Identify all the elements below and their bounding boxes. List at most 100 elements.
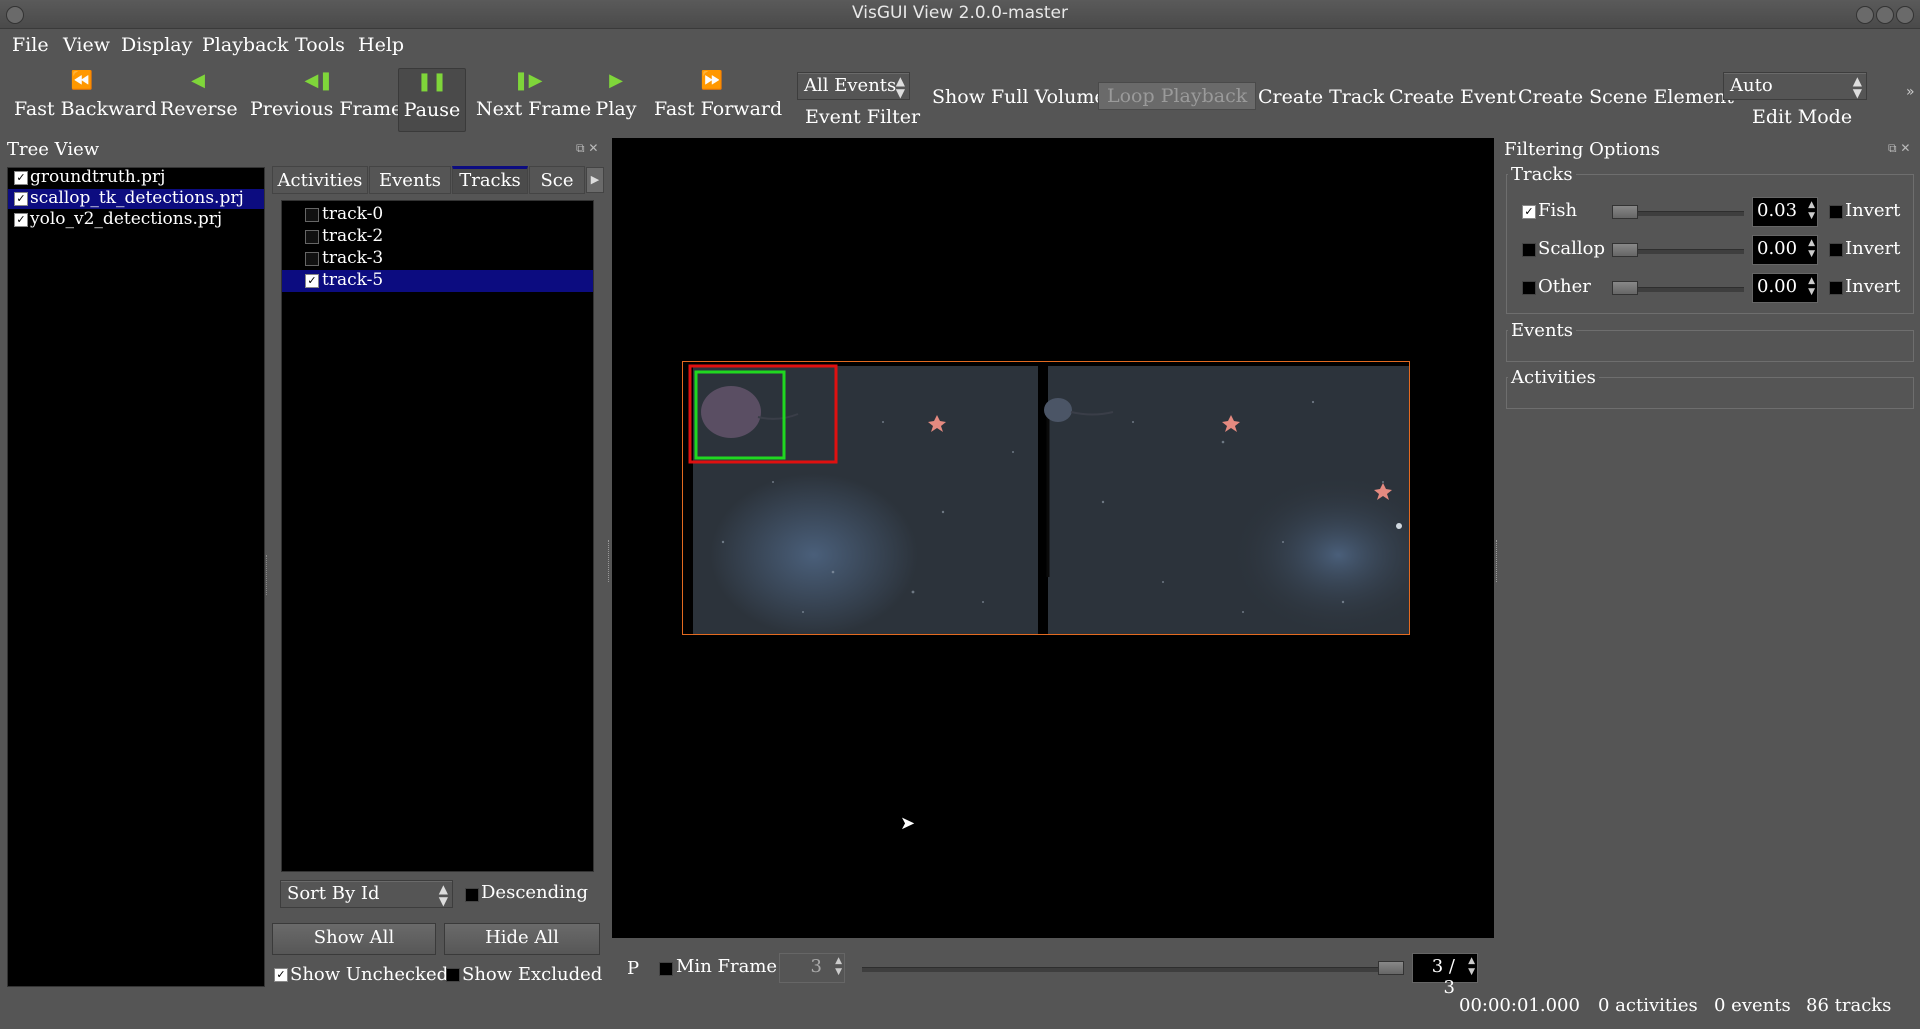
tab-activities[interactable]: Activities xyxy=(272,166,368,194)
play-button[interactable]: ▶ Play xyxy=(592,68,640,130)
spinner-arrows-icon[interactable]: ▲ ▼ xyxy=(1808,200,1815,222)
tab-scroll-right-icon[interactable]: ▶ xyxy=(586,167,604,193)
splitter-handle[interactable] xyxy=(1496,540,1501,582)
checkbox-icon[interactable]: ✓ xyxy=(14,192,28,206)
tree-item[interactable]: ✓ groundtruth.prj xyxy=(8,167,264,188)
list-item[interactable]: track-0 xyxy=(282,204,593,226)
other-invert-label: Invert xyxy=(1845,276,1901,297)
tab-events[interactable]: Events xyxy=(369,166,451,194)
other-checkbox[interactable] xyxy=(1522,281,1536,295)
fish-invert-label: Invert xyxy=(1845,200,1901,221)
status-events: 0 events xyxy=(1714,995,1791,1016)
dock-float-close-icon[interactable]: ⧉ ✕ xyxy=(576,141,598,156)
other-label: Other xyxy=(1538,276,1591,297)
min-frame-spinbox[interactable]: 3 ▲ ▼ xyxy=(779,953,845,983)
tab-tracks[interactable]: Tracks xyxy=(452,166,528,194)
menu-help[interactable]: Help xyxy=(358,34,404,56)
spinner-arrows-icon: ▲ ▼ xyxy=(438,882,448,908)
tracks-list[interactable]: track-0 track-2 track-3 ✓ track-5 xyxy=(281,200,594,872)
show-unchecked-label: Show Unchecked xyxy=(290,964,449,985)
splitter-handle[interactable] xyxy=(266,555,271,595)
menu-file[interactable]: File xyxy=(12,34,49,56)
previous-frame-button[interactable]: ◀❚ Previous Frame xyxy=(250,68,402,130)
show-excluded-checkbox[interactable] xyxy=(446,968,460,982)
mouse-cursor-icon: ➤ xyxy=(900,813,916,834)
spinner-arrows-icon[interactable]: ▲ ▼ xyxy=(1808,238,1815,260)
menu-playback[interactable]: Playback xyxy=(202,34,289,56)
minimize-icon[interactable] xyxy=(1856,6,1874,24)
show-all-button[interactable]: Show All xyxy=(272,923,436,955)
sort-by-select[interactable]: Sort By Id ▲ ▼ xyxy=(280,880,453,908)
create-event-button[interactable]: Create Event xyxy=(1389,86,1516,108)
tracks-filter-title: Tracks xyxy=(1508,164,1576,185)
fish-label: Fish xyxy=(1538,200,1578,221)
status-time: 00:00:01.000 xyxy=(1459,995,1580,1016)
loop-playback-button[interactable]: Loop Playback xyxy=(1098,82,1257,110)
toolbar: ⏪ Fast Backward ◀ Reverse ◀❚ Previous Fr… xyxy=(0,62,1920,134)
frame-slider-handle[interactable] xyxy=(1378,961,1404,975)
menu-view[interactable]: View xyxy=(63,34,110,56)
checkbox-icon[interactable] xyxy=(305,252,319,266)
maximize-icon[interactable] xyxy=(1876,6,1894,24)
menu-tools[interactable]: Tools xyxy=(295,34,345,56)
scallop-threshold-handle[interactable] xyxy=(1612,243,1638,257)
reverse-button[interactable]: ◀ Reverse xyxy=(160,68,238,130)
min-frame-checkbox[interactable] xyxy=(659,962,673,976)
edit-mode-select[interactable]: Auto ▲ ▼ xyxy=(1723,72,1867,100)
video-frame-image[interactable] xyxy=(682,361,1410,635)
fish-threshold-handle[interactable] xyxy=(1612,205,1638,219)
tab-scene-elements[interactable]: Sce xyxy=(529,166,585,194)
other-invert-checkbox[interactable] xyxy=(1829,281,1843,295)
toolbar-overflow-icon[interactable]: » xyxy=(1906,84,1915,100)
show-unchecked-checkbox[interactable]: ✓ xyxy=(274,968,288,982)
activities-filter-title: Activities xyxy=(1508,367,1599,388)
next-frame-button[interactable]: ❚▶ Next Frame xyxy=(476,68,591,130)
spinner-arrows-icon[interactable]: ▲ ▼ xyxy=(1468,956,1475,978)
fish-threshold-spinbox[interactable]: 0.03 ▲ ▼ xyxy=(1752,197,1818,227)
list-item[interactable]: track-3 xyxy=(282,248,593,270)
menu-bar: File View Display Playback Tools Help xyxy=(0,30,1920,62)
pause-icon: ❚❚ xyxy=(416,71,448,92)
play-icon: ▶ xyxy=(609,70,623,91)
pause-button[interactable]: ❚❚ Pause xyxy=(398,68,466,132)
spinner-arrows-icon[interactable]: ▲ ▼ xyxy=(835,956,842,978)
scallop-invert-label: Invert xyxy=(1845,238,1901,259)
frame-slider-track[interactable] xyxy=(862,967,1402,972)
tree-view-list[interactable]: ✓ groundtruth.prj ✓ scallop_tk_detection… xyxy=(7,167,265,987)
filtering-options-title: Filtering Options xyxy=(1504,139,1661,160)
event-filter-select[interactable]: All Events ▲ ▼ xyxy=(797,72,910,100)
fast-backward-icon: ⏪ xyxy=(70,70,94,91)
other-threshold-spinbox[interactable]: 0.00 ▲ ▼ xyxy=(1752,273,1818,303)
spinner-arrows-icon[interactable]: ▲ ▼ xyxy=(1808,276,1815,298)
frame-counter-spinbox[interactable]: 3 / 3 ▲ ▼ xyxy=(1412,953,1478,998)
dock-float-close-icon[interactable]: ⧉ ✕ xyxy=(1888,141,1910,156)
status-tracks: 86 tracks xyxy=(1806,995,1892,1016)
scallop-checkbox[interactable] xyxy=(1522,243,1536,257)
other-threshold-handle[interactable] xyxy=(1612,281,1638,295)
scallop-threshold-spinbox[interactable]: 0.00 ▲ ▼ xyxy=(1752,235,1818,265)
checkbox-icon[interactable]: ✓ xyxy=(14,213,28,227)
descending-checkbox[interactable] xyxy=(465,888,479,902)
status-activities: 0 activities xyxy=(1598,995,1698,1016)
fish-checkbox[interactable]: ✓ xyxy=(1522,205,1536,219)
previous-frame-icon: ◀❚ xyxy=(304,70,334,91)
menu-display[interactable]: Display xyxy=(121,34,192,56)
list-item[interactable]: ✓ track-5 xyxy=(282,270,593,292)
fish-invert-checkbox[interactable] xyxy=(1829,205,1843,219)
list-item[interactable]: track-2 xyxy=(282,226,593,248)
fast-backward-button[interactable]: ⏪ Fast Backward xyxy=(14,68,157,130)
tree-item[interactable]: ✓ scallop_tk_detections.prj xyxy=(8,188,264,209)
fast-forward-button[interactable]: ⏩ Fast Forward xyxy=(654,68,782,130)
create-track-button[interactable]: Create Track xyxy=(1258,86,1384,108)
checkbox-icon[interactable]: ✓ xyxy=(14,171,28,185)
close-icon[interactable] xyxy=(1896,6,1914,24)
hide-all-button[interactable]: Hide All xyxy=(444,923,600,955)
create-scene-element-button[interactable]: Create Scene Element xyxy=(1518,86,1734,108)
scallop-invert-checkbox[interactable] xyxy=(1829,243,1843,257)
tree-item[interactable]: ✓ yolo_v2_detections.prj xyxy=(8,209,264,230)
show-full-volume-button[interactable]: Show Full Volume xyxy=(932,86,1106,108)
checkbox-icon[interactable] xyxy=(305,208,319,222)
checkbox-icon[interactable]: ✓ xyxy=(305,274,319,288)
checkbox-icon[interactable] xyxy=(305,230,319,244)
show-excluded-label: Show Excluded xyxy=(462,964,603,985)
